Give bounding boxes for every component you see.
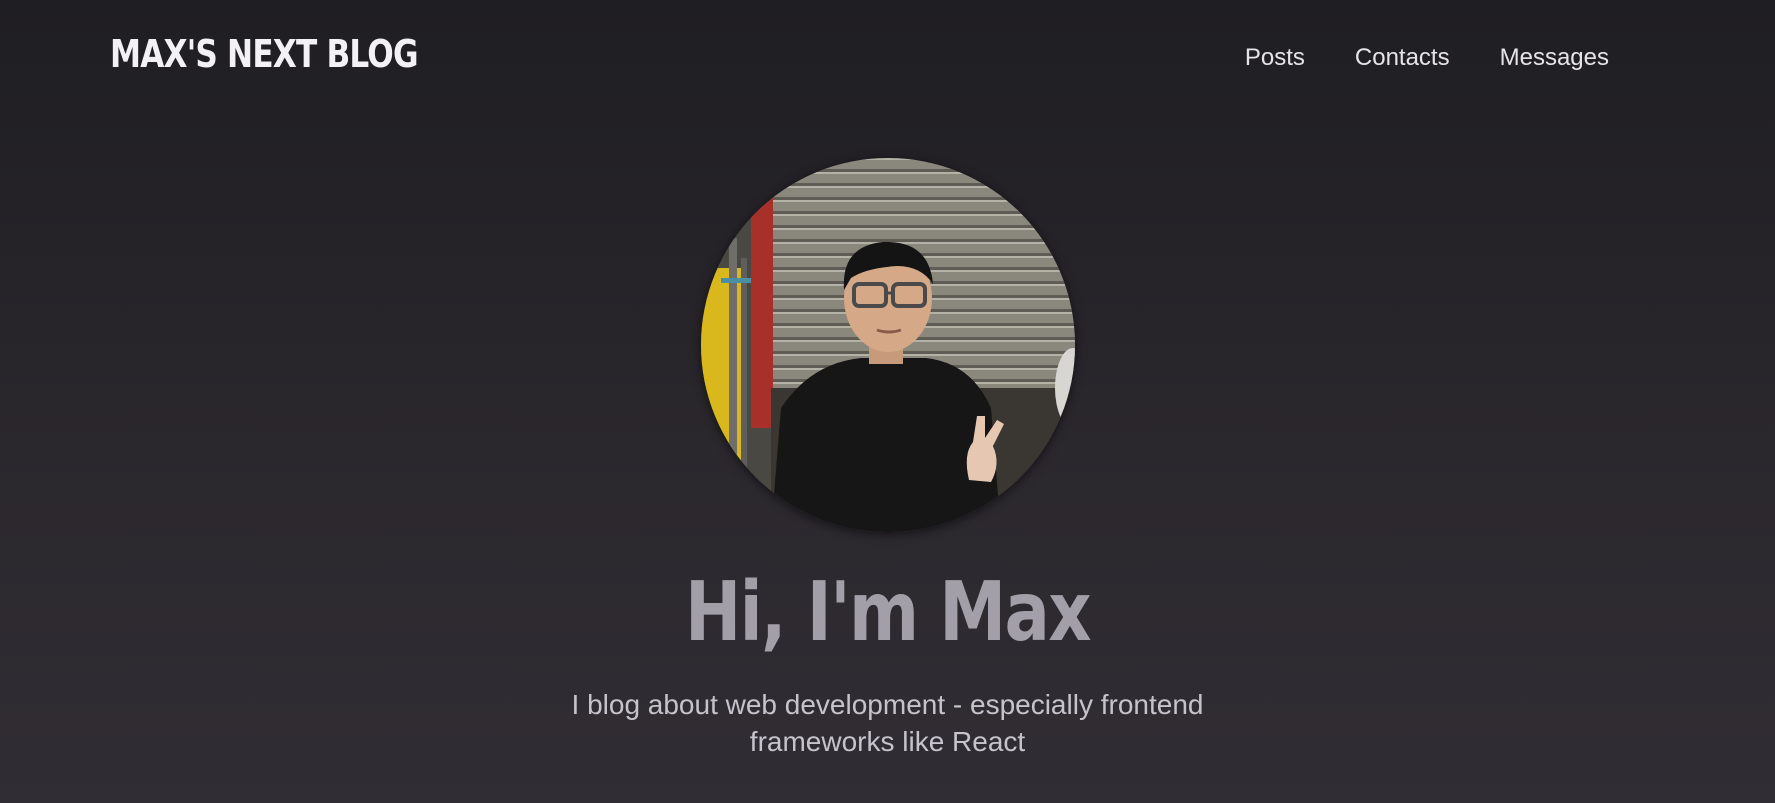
avatar-photo: [700, 158, 1075, 532]
site-logo[interactable]: MAX'S NEXT BLOG: [110, 32, 419, 76]
hero-title: Hi, I'm Max: [685, 565, 1092, 660]
nav-list: Posts Contacts Messages: [1245, 44, 1609, 72]
nav-link-messages[interactable]: Messages: [1500, 44, 1609, 71]
hero-section: Hi, I'm Max I blog about web development…: [0, 158, 1775, 760]
nav-link-posts[interactable]: Posts: [1245, 44, 1305, 71]
avatar: [700, 158, 1075, 532]
nav-link-contacts[interactable]: Contacts: [1355, 44, 1450, 71]
nav-item-messages: Messages: [1500, 44, 1609, 72]
nav-item-contacts: Contacts: [1355, 44, 1450, 72]
nav-item-posts: Posts: [1245, 44, 1305, 72]
site-header: MAX'S NEXT BLOG Posts Contacts Messages: [0, 0, 1775, 120]
hero-subtitle: I blog about web development - especiall…: [571, 689, 1204, 758]
